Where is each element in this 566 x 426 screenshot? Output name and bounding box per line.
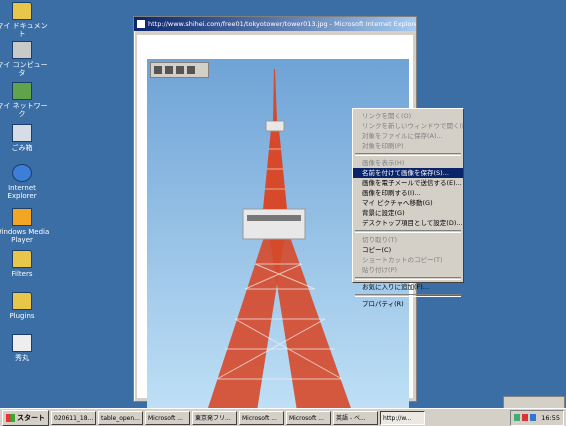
tray-icon[interactable]	[522, 414, 529, 421]
menu-separator	[355, 294, 461, 297]
window-title: http://www.shihei.com/free01/tokyotower/…	[148, 20, 416, 28]
context-menu-item[interactable]: 名前を付けて画像を保存(S)...	[353, 168, 463, 178]
taskbar-button[interactable]: Microsoft ...	[145, 410, 190, 425]
desktop-icon[interactable]: マイ ネットワーク	[0, 82, 50, 118]
desktop-icon[interactable]: ごみ箱	[0, 124, 50, 152]
hidemaru-icon	[12, 334, 32, 352]
context-menu-item[interactable]: お気に入りに追加(F)...	[353, 282, 463, 292]
menu-separator	[355, 277, 461, 280]
folder-icon	[12, 292, 32, 310]
desktop-icon-label: マイ ドキュメント	[0, 22, 48, 38]
desktop-icon-label: マイ コンピュータ	[0, 61, 48, 77]
desktop-icon[interactable]: Internet Explorer	[0, 164, 50, 200]
context-menu-item: リンクを開く(O)	[362, 112, 412, 120]
desktop-icon-label: ごみ箱	[11, 144, 33, 152]
tray-icon[interactable]	[530, 414, 537, 421]
recycle-bin-icon	[12, 124, 32, 142]
computer-icon	[12, 41, 32, 59]
context-menu-item: 切り取り(T)	[362, 236, 398, 244]
taskbar-button[interactable]: http://w...	[380, 410, 425, 425]
image-toolbar	[150, 62, 209, 78]
desktop-icon-label: Plugins	[9, 312, 35, 320]
context-menu: リンクを開く(O) リンクを新しいウィンドウで開く(N) 対象をファイルに保存(A)…	[352, 108, 464, 308]
desktop-icon-label: Windows Media Player	[0, 228, 50, 244]
desktop-icon-label: マイ ネットワーク	[0, 102, 48, 118]
context-menu-item[interactable]: プロパティ(R)	[353, 299, 463, 309]
context-menu-item: 画像を表示(H)	[362, 159, 405, 167]
desktop-icon-label: 秀丸	[15, 354, 29, 362]
network-icon	[12, 82, 32, 100]
context-menu-item: 対象をファイルに保存(A)...	[362, 132, 443, 140]
context-menu-item: 貼り付け(P)	[362, 266, 397, 274]
start-label: スタート	[17, 413, 45, 422]
taskbar-button[interactable]: 東京発フリ...	[192, 410, 237, 425]
system-tray: 16:55	[510, 409, 564, 426]
desktop-icon[interactable]: マイ コンピュータ	[0, 41, 50, 77]
context-menu-item[interactable]: 画像を電子メールで送信する(E)...	[353, 178, 463, 188]
desktop-icon[interactable]: Plugins	[0, 292, 50, 320]
window-titlebar[interactable]: http://www.shihei.com/free01/tokyotower/…	[134, 17, 416, 31]
ie-icon	[12, 164, 32, 182]
start-button[interactable]: スタート	[2, 409, 49, 426]
taskbar: スタート 020611_18... table_open... Microsoft …	[0, 408, 566, 426]
desktop-icon-label: Internet Explorer	[7, 184, 37, 200]
desktop-icon[interactable]: Filters	[0, 250, 50, 278]
context-menu-item[interactable]: 背景に設定(G)	[353, 208, 463, 218]
menu-separator	[355, 230, 461, 233]
ie-page-icon	[137, 20, 145, 28]
desktop-icon-label: Filters	[11, 270, 33, 278]
windows-logo-icon	[6, 413, 15, 422]
context-menu-item: 対象を印刷(P)	[362, 142, 404, 150]
taskbar-button[interactable]: 020611_18...	[51, 410, 96, 425]
taskbar-button[interactable]: 英語 - ベ...	[333, 410, 378, 425]
context-menu-item[interactable]: 画像を印刷する(I)...	[353, 188, 463, 198]
print-icon[interactable]	[165, 66, 173, 74]
context-menu-item: リンクを新しいウィンドウで開く(N)	[362, 122, 463, 130]
context-menu-item[interactable]: デスクトップ項目として設定(D)...	[353, 218, 463, 228]
desktop-icon[interactable]: マイ ドキュメント	[0, 2, 50, 38]
email-icon[interactable]	[176, 66, 184, 74]
taskbar-button[interactable]: Microsoft ...	[239, 410, 284, 425]
desktop-icon[interactable]: Windows Media Player	[0, 208, 50, 244]
context-menu-item: ショートカットのコピー(T)	[362, 256, 443, 264]
folder-icon	[12, 250, 32, 268]
media-player-icon	[12, 208, 32, 226]
tray-icon[interactable]	[514, 414, 521, 421]
folder-icon	[12, 2, 32, 20]
context-menu-item[interactable]: コピー(C)	[353, 245, 463, 255]
context-menu-item[interactable]: マイ ピクチャへ移動(G)	[353, 198, 463, 208]
save-icon[interactable]	[154, 66, 162, 74]
desktop-icon[interactable]: 秀丸	[0, 334, 50, 362]
taskbar-button[interactable]: Microsoft ...	[286, 410, 331, 425]
taskbar-button[interactable]: table_open...	[98, 410, 143, 425]
my-pictures-icon[interactable]	[187, 66, 195, 74]
clock: 16:55	[541, 413, 560, 422]
menu-separator	[355, 153, 461, 156]
